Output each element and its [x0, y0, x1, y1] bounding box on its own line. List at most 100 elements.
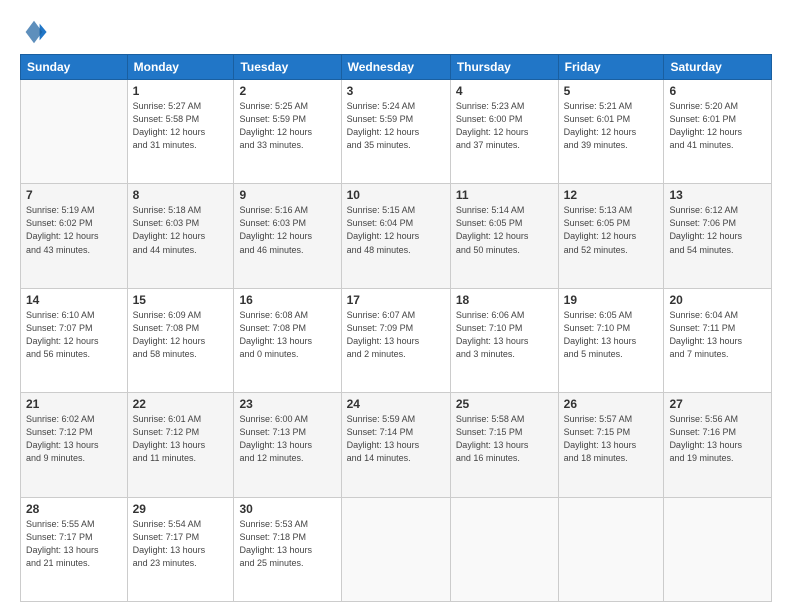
- logo: [20, 18, 52, 46]
- day-number: 11: [456, 188, 553, 202]
- day-number: 6: [669, 84, 766, 98]
- calendar-cell: 13 Sunrise: 6:12 AM Sunset: 7:06 PM Dayli…: [664, 184, 772, 288]
- day-info: Sunrise: 5:25 AM Sunset: 5:59 PM Dayligh…: [239, 100, 335, 152]
- day-number: 17: [347, 293, 445, 307]
- calendar-cell: 30Sunrise: 5:53 AM Sunset: 7:18 PM Dayli…: [234, 497, 341, 601]
- day-number: 9: [239, 188, 335, 202]
- day-number: 27: [669, 397, 766, 411]
- calendar-week-3: 14Sunrise: 6:10 AM Sunset: 7:07 PM Dayli…: [21, 288, 772, 392]
- weekday-header-thursday: Thursday: [450, 55, 558, 80]
- calendar-cell: 29 Sunrise: 5:54 AM Sunset: 7:17 PM Dayli…: [127, 497, 234, 601]
- calendar-cell: 8 Sunrise: 5:18 AM Sunset: 6:03 PM Daylig…: [127, 184, 234, 288]
- calendar-cell: 21 Sunrise: 6:02 AM Sunset: 7:12 PM Dayli…: [21, 393, 128, 497]
- day-number: 25: [456, 397, 553, 411]
- calendar-cell: 7 Sunrise: 5:19 AM Sunset: 6:02 PM Daylig…: [21, 184, 128, 288]
- calendar-cell: 24Sunrise: 5:59 AM Sunset: 7:14 PM Dayli…: [341, 393, 450, 497]
- day-info: Sunrise: 5:18 AM Sunset: 6:03 PM Dayligh…: [133, 204, 229, 256]
- calendar-week-1: 1 Sunrise: 5:27 AM Sunset: 5:58 PM Daylig…: [21, 80, 772, 184]
- calendar-week-4: 21 Sunrise: 6:02 AM Sunset: 7:12 PM Dayli…: [21, 393, 772, 497]
- day-number: 19: [564, 293, 659, 307]
- calendar-cell: 17 Sunrise: 6:07 AM Sunset: 7:09 PM Dayli…: [341, 288, 450, 392]
- day-number: 30: [239, 502, 335, 516]
- day-number: 23: [239, 397, 335, 411]
- calendar-cell: 25Sunrise: 5:58 AM Sunset: 7:15 PM Dayli…: [450, 393, 558, 497]
- day-info: Sunrise: 5:54 AM Sunset: 7:17 PM Dayligh…: [133, 518, 229, 570]
- calendar-cell: 10Sunrise: 5:15 AM Sunset: 6:04 PM Dayli…: [341, 184, 450, 288]
- day-info: Sunrise: 5:56 AM Sunset: 7:16 PM Dayligh…: [669, 413, 766, 465]
- calendar-week-5: 28 Sunrise: 5:55 AM Sunset: 7:17 PM Dayli…: [21, 497, 772, 601]
- day-number: 20: [669, 293, 766, 307]
- calendar-cell: [664, 497, 772, 601]
- day-info: Sunrise: 6:02 AM Sunset: 7:12 PM Dayligh…: [26, 413, 122, 465]
- calendar-cell: [21, 80, 128, 184]
- weekday-header-friday: Friday: [558, 55, 664, 80]
- header: [20, 18, 772, 46]
- calendar-cell: 2Sunrise: 5:25 AM Sunset: 5:59 PM Daylig…: [234, 80, 341, 184]
- calendar-cell: 15 Sunrise: 6:09 AM Sunset: 7:08 PM Dayli…: [127, 288, 234, 392]
- day-number: 7: [26, 188, 122, 202]
- calendar-cell: 14Sunrise: 6:10 AM Sunset: 7:07 PM Dayli…: [21, 288, 128, 392]
- weekday-header-saturday: Saturday: [664, 55, 772, 80]
- day-info: Sunrise: 5:19 AM Sunset: 6:02 PM Dayligh…: [26, 204, 122, 256]
- day-info: Sunrise: 5:15 AM Sunset: 6:04 PM Dayligh…: [347, 204, 445, 256]
- day-number: 5: [564, 84, 659, 98]
- day-info: Sunrise: 5:55 AM Sunset: 7:17 PM Dayligh…: [26, 518, 122, 570]
- day-info: Sunrise: 5:24 AM Sunset: 5:59 PM Dayligh…: [347, 100, 445, 152]
- calendar-cell: 27 Sunrise: 5:56 AM Sunset: 7:16 PM Dayli…: [664, 393, 772, 497]
- day-info: Sunrise: 6:01 AM Sunset: 7:12 PM Dayligh…: [133, 413, 229, 465]
- day-info: Sunrise: 6:10 AM Sunset: 7:07 PM Dayligh…: [26, 309, 122, 361]
- logo-icon: [20, 18, 48, 46]
- calendar-cell: 9 Sunrise: 5:16 AM Sunset: 6:03 PM Daylig…: [234, 184, 341, 288]
- calendar-cell: 6 Sunrise: 5:20 AM Sunset: 6:01 PM Daylig…: [664, 80, 772, 184]
- calendar-cell: [450, 497, 558, 601]
- calendar-cell: 23 Sunrise: 6:00 AM Sunset: 7:13 PM Dayli…: [234, 393, 341, 497]
- calendar-cell: 1 Sunrise: 5:27 AM Sunset: 5:58 PM Daylig…: [127, 80, 234, 184]
- page: SundayMondayTuesdayWednesdayThursdayFrid…: [0, 0, 792, 612]
- calendar-week-2: 7 Sunrise: 5:19 AM Sunset: 6:02 PM Daylig…: [21, 184, 772, 288]
- calendar-table: SundayMondayTuesdayWednesdayThursdayFrid…: [20, 54, 772, 602]
- day-info: Sunrise: 6:05 AM Sunset: 7:10 PM Dayligh…: [564, 309, 659, 361]
- weekday-header-tuesday: Tuesday: [234, 55, 341, 80]
- day-info: Sunrise: 5:27 AM Sunset: 5:58 PM Dayligh…: [133, 100, 229, 152]
- day-number: 29: [133, 502, 229, 516]
- day-number: 4: [456, 84, 553, 98]
- day-number: 24: [347, 397, 445, 411]
- calendar-cell: 18 Sunrise: 6:06 AM Sunset: 7:10 PM Dayli…: [450, 288, 558, 392]
- calendar-cell: 20 Sunrise: 6:04 AM Sunset: 7:11 PM Dayli…: [664, 288, 772, 392]
- calendar-cell: 11 Sunrise: 5:14 AM Sunset: 6:05 PM Dayli…: [450, 184, 558, 288]
- day-number: 28: [26, 502, 122, 516]
- calendar-cell: 16Sunrise: 6:08 AM Sunset: 7:08 PM Dayli…: [234, 288, 341, 392]
- calendar-cell: 22 Sunrise: 6:01 AM Sunset: 7:12 PM Dayli…: [127, 393, 234, 497]
- calendar-cell: 3Sunrise: 5:24 AM Sunset: 5:59 PM Daylig…: [341, 80, 450, 184]
- calendar-cell: [558, 497, 664, 601]
- day-info: Sunrise: 5:16 AM Sunset: 6:03 PM Dayligh…: [239, 204, 335, 256]
- calendar-cell: 19 Sunrise: 6:05 AM Sunset: 7:10 PM Dayli…: [558, 288, 664, 392]
- calendar-cell: 26Sunrise: 5:57 AM Sunset: 7:15 PM Dayli…: [558, 393, 664, 497]
- day-info: Sunrise: 6:00 AM Sunset: 7:13 PM Dayligh…: [239, 413, 335, 465]
- day-info: Sunrise: 5:23 AM Sunset: 6:00 PM Dayligh…: [456, 100, 553, 152]
- calendar-cell: 12Sunrise: 5:13 AM Sunset: 6:05 PM Dayli…: [558, 184, 664, 288]
- day-number: 1: [133, 84, 229, 98]
- day-number: 8: [133, 188, 229, 202]
- day-info: Sunrise: 6:04 AM Sunset: 7:11 PM Dayligh…: [669, 309, 766, 361]
- weekday-header-sunday: Sunday: [21, 55, 128, 80]
- day-number: 13: [669, 188, 766, 202]
- day-info: Sunrise: 6:07 AM Sunset: 7:09 PM Dayligh…: [347, 309, 445, 361]
- weekday-header-row: SundayMondayTuesdayWednesdayThursdayFrid…: [21, 55, 772, 80]
- day-number: 18: [456, 293, 553, 307]
- day-info: Sunrise: 5:57 AM Sunset: 7:15 PM Dayligh…: [564, 413, 659, 465]
- day-info: Sunrise: 5:14 AM Sunset: 6:05 PM Dayligh…: [456, 204, 553, 256]
- weekday-header-monday: Monday: [127, 55, 234, 80]
- day-number: 22: [133, 397, 229, 411]
- day-number: 15: [133, 293, 229, 307]
- weekday-header-wednesday: Wednesday: [341, 55, 450, 80]
- calendar-cell: 5 Sunrise: 5:21 AM Sunset: 6:01 PM Daylig…: [558, 80, 664, 184]
- day-info: Sunrise: 6:06 AM Sunset: 7:10 PM Dayligh…: [456, 309, 553, 361]
- day-info: Sunrise: 5:13 AM Sunset: 6:05 PM Dayligh…: [564, 204, 659, 256]
- day-info: Sunrise: 6:12 AM Sunset: 7:06 PM Dayligh…: [669, 204, 766, 256]
- day-number: 21: [26, 397, 122, 411]
- day-info: Sunrise: 5:20 AM Sunset: 6:01 PM Dayligh…: [669, 100, 766, 152]
- calendar-cell: 28 Sunrise: 5:55 AM Sunset: 7:17 PM Dayli…: [21, 497, 128, 601]
- day-info: Sunrise: 5:21 AM Sunset: 6:01 PM Dayligh…: [564, 100, 659, 152]
- day-info: Sunrise: 6:09 AM Sunset: 7:08 PM Dayligh…: [133, 309, 229, 361]
